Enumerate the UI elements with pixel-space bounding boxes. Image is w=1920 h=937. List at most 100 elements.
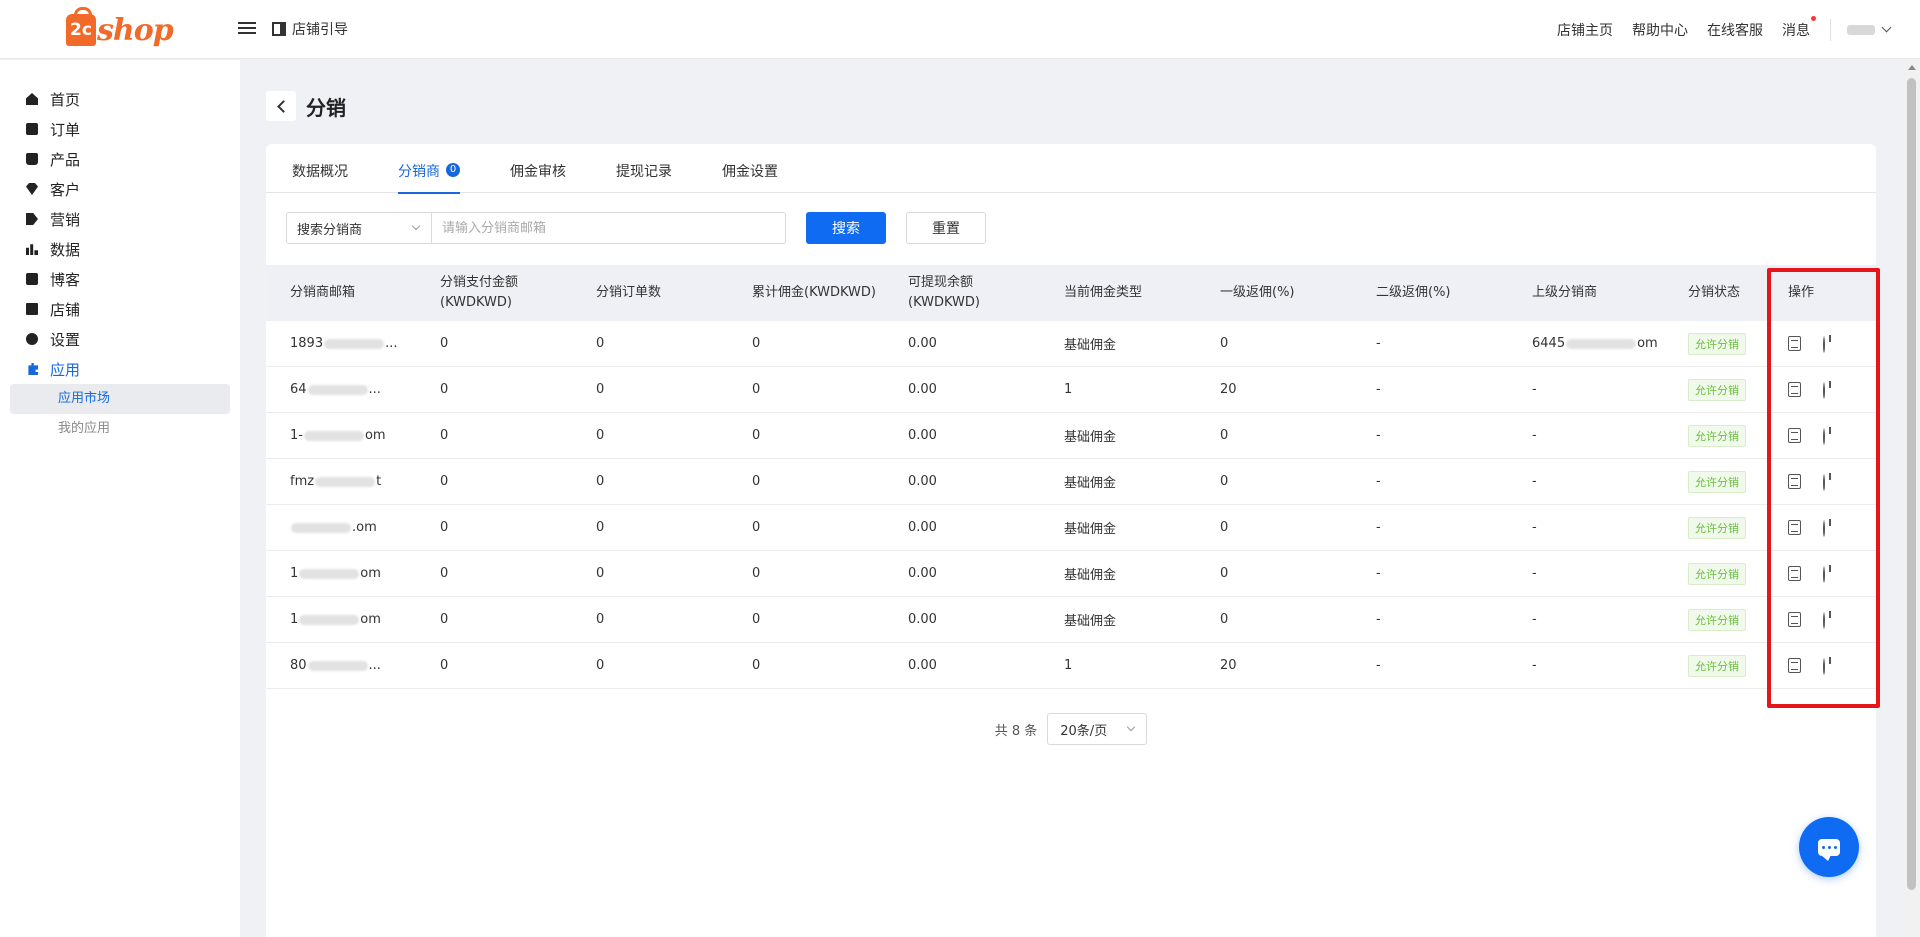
cell-level1: 0: [1220, 520, 1229, 535]
details-icon[interactable]: [1788, 336, 1801, 351]
unread-dot: [1811, 15, 1816, 21]
cell-level2: -: [1376, 520, 1381, 535]
redacted-text: [303, 430, 364, 441]
email-suffix: t: [376, 474, 382, 489]
power-icon[interactable]: [1823, 380, 1837, 399]
col-header-email: 分销商邮箱: [290, 285, 356, 300]
divider: [1830, 18, 1831, 41]
chat-button[interactable]: [1799, 817, 1859, 877]
page-scrollbar[interactable]: [1903, 60, 1920, 937]
messages-link[interactable]: 消息: [1782, 15, 1816, 40]
power-icon[interactable]: [1823, 426, 1837, 445]
col-header-orders: 分销订单数: [596, 285, 662, 300]
cell-commission: 0: [752, 428, 761, 443]
sidebar-item-label: 应用: [50, 360, 81, 379]
sidebar: 首页 订单 产品 客户 营销 数据 博客 店铺 设置 应用 应用市场 我的应用: [0, 60, 240, 937]
help-center-link[interactable]: 帮助中心: [1632, 20, 1688, 40]
cell-actions: [1764, 380, 1882, 399]
table-row: 80... 0 0 0 0.00 1 20 - - 允许分销: [266, 643, 1876, 689]
sidebar-subitem-my-apps[interactable]: 我的应用: [10, 414, 230, 444]
tab-withdrawal-records[interactable]: 提现记录: [616, 144, 672, 193]
sidebar-item-marketing[interactable]: 营销: [0, 204, 240, 234]
parent-prefix: -: [1532, 382, 1537, 397]
cell-parent: -: [1508, 382, 1664, 397]
power-icon[interactable]: [1823, 472, 1837, 491]
search-button[interactable]: 搜索: [806, 212, 886, 244]
parent-prefix: -: [1532, 474, 1537, 489]
sidebar-item-settings[interactable]: 设置: [0, 324, 240, 354]
col-header-parent: 上级分销商: [1532, 285, 1598, 300]
filter-bar: 搜索分销商 搜索 重置: [286, 212, 986, 244]
sidebar-item-products[interactable]: 产品: [0, 144, 240, 174]
email-prefix: 80: [290, 658, 307, 673]
email-suffix: om: [364, 428, 386, 443]
page-size-value: 20条/页: [1060, 723, 1108, 739]
sidebar-item-data[interactable]: 数据: [0, 234, 240, 264]
tab-overview[interactable]: 数据概况: [292, 144, 348, 193]
tab-commission-settings[interactable]: 佣金设置: [722, 144, 778, 193]
back-button[interactable]: [266, 91, 296, 121]
details-icon[interactable]: [1788, 520, 1801, 535]
cell-status: 允许分销: [1664, 608, 1764, 631]
store-home-link[interactable]: 店铺主页: [1557, 20, 1613, 40]
power-ring: [1823, 427, 1825, 445]
power-ring: [1823, 611, 1825, 629]
cell-pay-amount: 0: [440, 382, 449, 397]
status-badge: 允许分销: [1688, 470, 1746, 493]
cell-actions: [1764, 564, 1882, 583]
settings-icon: [26, 333, 38, 345]
search-input[interactable]: [432, 212, 786, 244]
col-header-commission: 累计佣金(KWDKWD): [752, 285, 876, 300]
power-ring: [1823, 381, 1825, 399]
redacted-text: [307, 660, 368, 671]
details-icon[interactable]: [1788, 382, 1801, 397]
parent-suffix: om: [1637, 336, 1658, 351]
cell-status: 允许分销: [1664, 654, 1764, 677]
sidebar-item-home[interactable]: 首页: [0, 84, 240, 114]
customer-icon: [26, 183, 38, 195]
tab-distributors[interactable]: 分销商 0: [398, 144, 460, 194]
details-icon[interactable]: [1788, 612, 1801, 627]
power-icon[interactable]: [1823, 518, 1837, 537]
cell-email: 1 om: [266, 566, 416, 581]
sidebar-item-store[interactable]: 店铺: [0, 294, 240, 324]
email-suffix: om: [360, 566, 381, 581]
blog-icon: [26, 273, 38, 285]
cell-orders: 0: [596, 382, 605, 397]
cell-commission-type: 基础佣金: [1064, 430, 1117, 445]
power-icon[interactable]: [1823, 656, 1837, 675]
power-icon[interactable]: [1823, 334, 1837, 353]
details-icon[interactable]: [1788, 658, 1801, 673]
tab-commission-review[interactable]: 佣金审核: [510, 144, 566, 193]
redacted-text: [299, 614, 360, 625]
table-row: 1 om 0 0 0 0.00 基础佣金 0 - - 允许分销: [266, 597, 1876, 643]
cell-actions: [1764, 334, 1882, 353]
search-type-select[interactable]: 搜索分销商: [286, 212, 432, 244]
cell-pay-amount: 0: [440, 474, 449, 489]
page-size-select[interactable]: 20条/页: [1047, 713, 1148, 745]
details-icon[interactable]: [1788, 566, 1801, 581]
power-icon[interactable]: [1823, 610, 1837, 629]
sidebar-item-orders[interactable]: 订单: [0, 114, 240, 144]
sidebar-subitem-app-market[interactable]: 应用市场: [10, 384, 230, 414]
logo[interactable]: 2c shop: [66, 7, 174, 50]
details-icon[interactable]: [1788, 474, 1801, 489]
scroll-up-icon[interactable]: [1908, 65, 1916, 70]
online-support-link[interactable]: 在线客服: [1707, 20, 1763, 40]
power-icon[interactable]: [1823, 564, 1837, 583]
scrollbar-thumb[interactable]: [1907, 78, 1916, 890]
parent-prefix: -: [1532, 612, 1537, 627]
sidebar-item-customers[interactable]: 客户: [0, 174, 240, 204]
email-prefix: 1-: [290, 428, 303, 443]
table-body: 1893... 0 0 0 0.00 基础佣金 0 - 6445 om 允许分销 64... 0 0 0 0.…: [266, 321, 1876, 689]
sidebar-item-apps[interactable]: 应用: [0, 354, 240, 384]
details-icon[interactable]: [1788, 428, 1801, 443]
cell-status: 允许分销: [1664, 332, 1764, 355]
store-guide-link[interactable]: 店铺引导: [272, 19, 348, 39]
user-menu[interactable]: [1847, 22, 1892, 35]
cell-level2: -: [1376, 336, 1381, 351]
sidebar-item-blog[interactable]: 博客: [0, 264, 240, 294]
menu-toggle-icon[interactable]: [238, 19, 256, 37]
sidebar-item-label: 客户: [50, 180, 81, 199]
reset-button[interactable]: 重置: [906, 212, 986, 244]
